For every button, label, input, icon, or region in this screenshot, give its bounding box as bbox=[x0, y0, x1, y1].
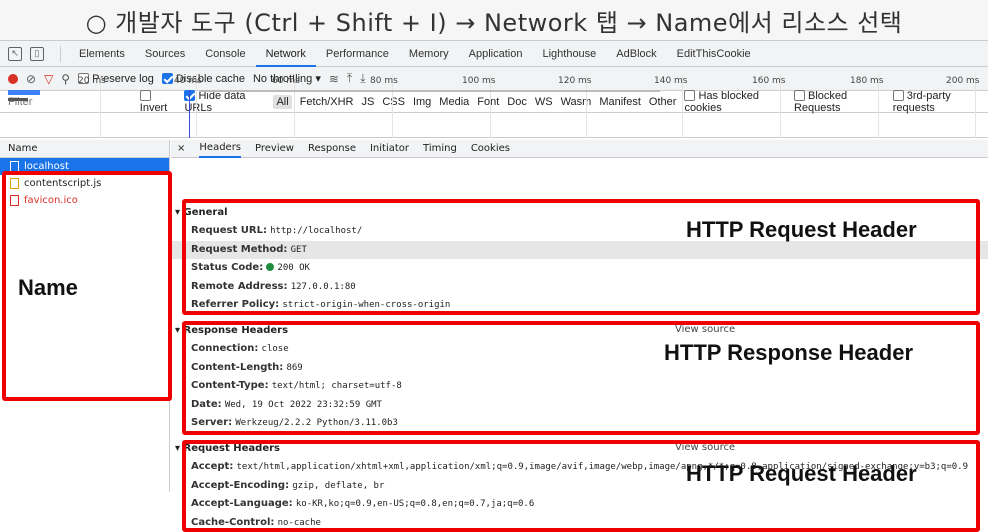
request-bar bbox=[8, 98, 28, 101]
device-toggle-icon[interactable]: ▯ bbox=[30, 46, 44, 61]
tab-network[interactable]: Network bbox=[255, 41, 316, 67]
tab-cookies[interactable]: Cookies bbox=[471, 143, 510, 154]
tick-label: 80 ms bbox=[370, 76, 398, 86]
tick-label: 120 ms bbox=[558, 76, 592, 86]
tick-label: 60 ms bbox=[272, 76, 300, 86]
tick-label: 180 ms bbox=[850, 76, 884, 86]
response-header-highlight-box bbox=[182, 321, 980, 435]
request-bar bbox=[200, 90, 660, 92]
devtools-tabbar: ↖ ▯ Elements Sources Console Network Per… bbox=[0, 41, 988, 67]
tab-application[interactable]: Application bbox=[459, 41, 533, 67]
tab-editthiscookie[interactable]: EditThisCookie bbox=[667, 41, 761, 67]
slide-caption: ○ 개발자 도구 (Ctrl + Shift + I) → Network 탭 … bbox=[0, 0, 988, 40]
tab-adblock[interactable]: AdBlock bbox=[606, 41, 666, 67]
annotation-response-header: HTTP Response Header bbox=[664, 340, 914, 365]
divider bbox=[60, 45, 61, 62]
tick-label: 140 ms bbox=[654, 76, 688, 86]
annotation-request-header-2: HTTP Request Header bbox=[686, 461, 917, 486]
close-details-icon[interactable]: × bbox=[177, 143, 185, 154]
tab-memory[interactable]: Memory bbox=[399, 41, 459, 67]
tab-console[interactable]: Console bbox=[195, 41, 255, 67]
tab-lighthouse[interactable]: Lighthouse bbox=[532, 41, 606, 67]
tab-performance[interactable]: Performance bbox=[316, 41, 399, 67]
name-column-header[interactable]: Name bbox=[0, 140, 169, 158]
request-bar bbox=[8, 90, 40, 95]
tab-initiator[interactable]: Initiator bbox=[370, 143, 409, 154]
tab-preview[interactable]: Preview bbox=[255, 143, 294, 154]
inspect-icon[interactable]: ↖ bbox=[8, 46, 22, 61]
tick-label: 160 ms bbox=[752, 76, 786, 86]
tick-label: 20 ms bbox=[78, 76, 106, 86]
tick-label: 100 ms bbox=[462, 76, 496, 86]
tab-timing[interactable]: Timing bbox=[423, 143, 457, 154]
tab-headers[interactable]: Headers bbox=[199, 140, 242, 158]
dom-content-loaded-line bbox=[189, 90, 190, 138]
tab-sources[interactable]: Sources bbox=[135, 41, 195, 67]
timeline-overview[interactable]: 20 ms 40 ms 60 ms 80 ms 100 ms 120 ms 14… bbox=[0, 74, 988, 138]
tick-label: 200 ms bbox=[946, 76, 980, 86]
tab-response[interactable]: Response bbox=[308, 143, 356, 154]
tick-label: 40 ms bbox=[174, 76, 202, 86]
tab-elements[interactable]: Elements bbox=[69, 41, 135, 67]
annotation-name: Name bbox=[18, 275, 78, 300]
annotation-request-header: HTTP Request Header bbox=[686, 217, 917, 242]
details-tabbar: × Headers Preview Response Initiator Tim… bbox=[171, 140, 988, 158]
